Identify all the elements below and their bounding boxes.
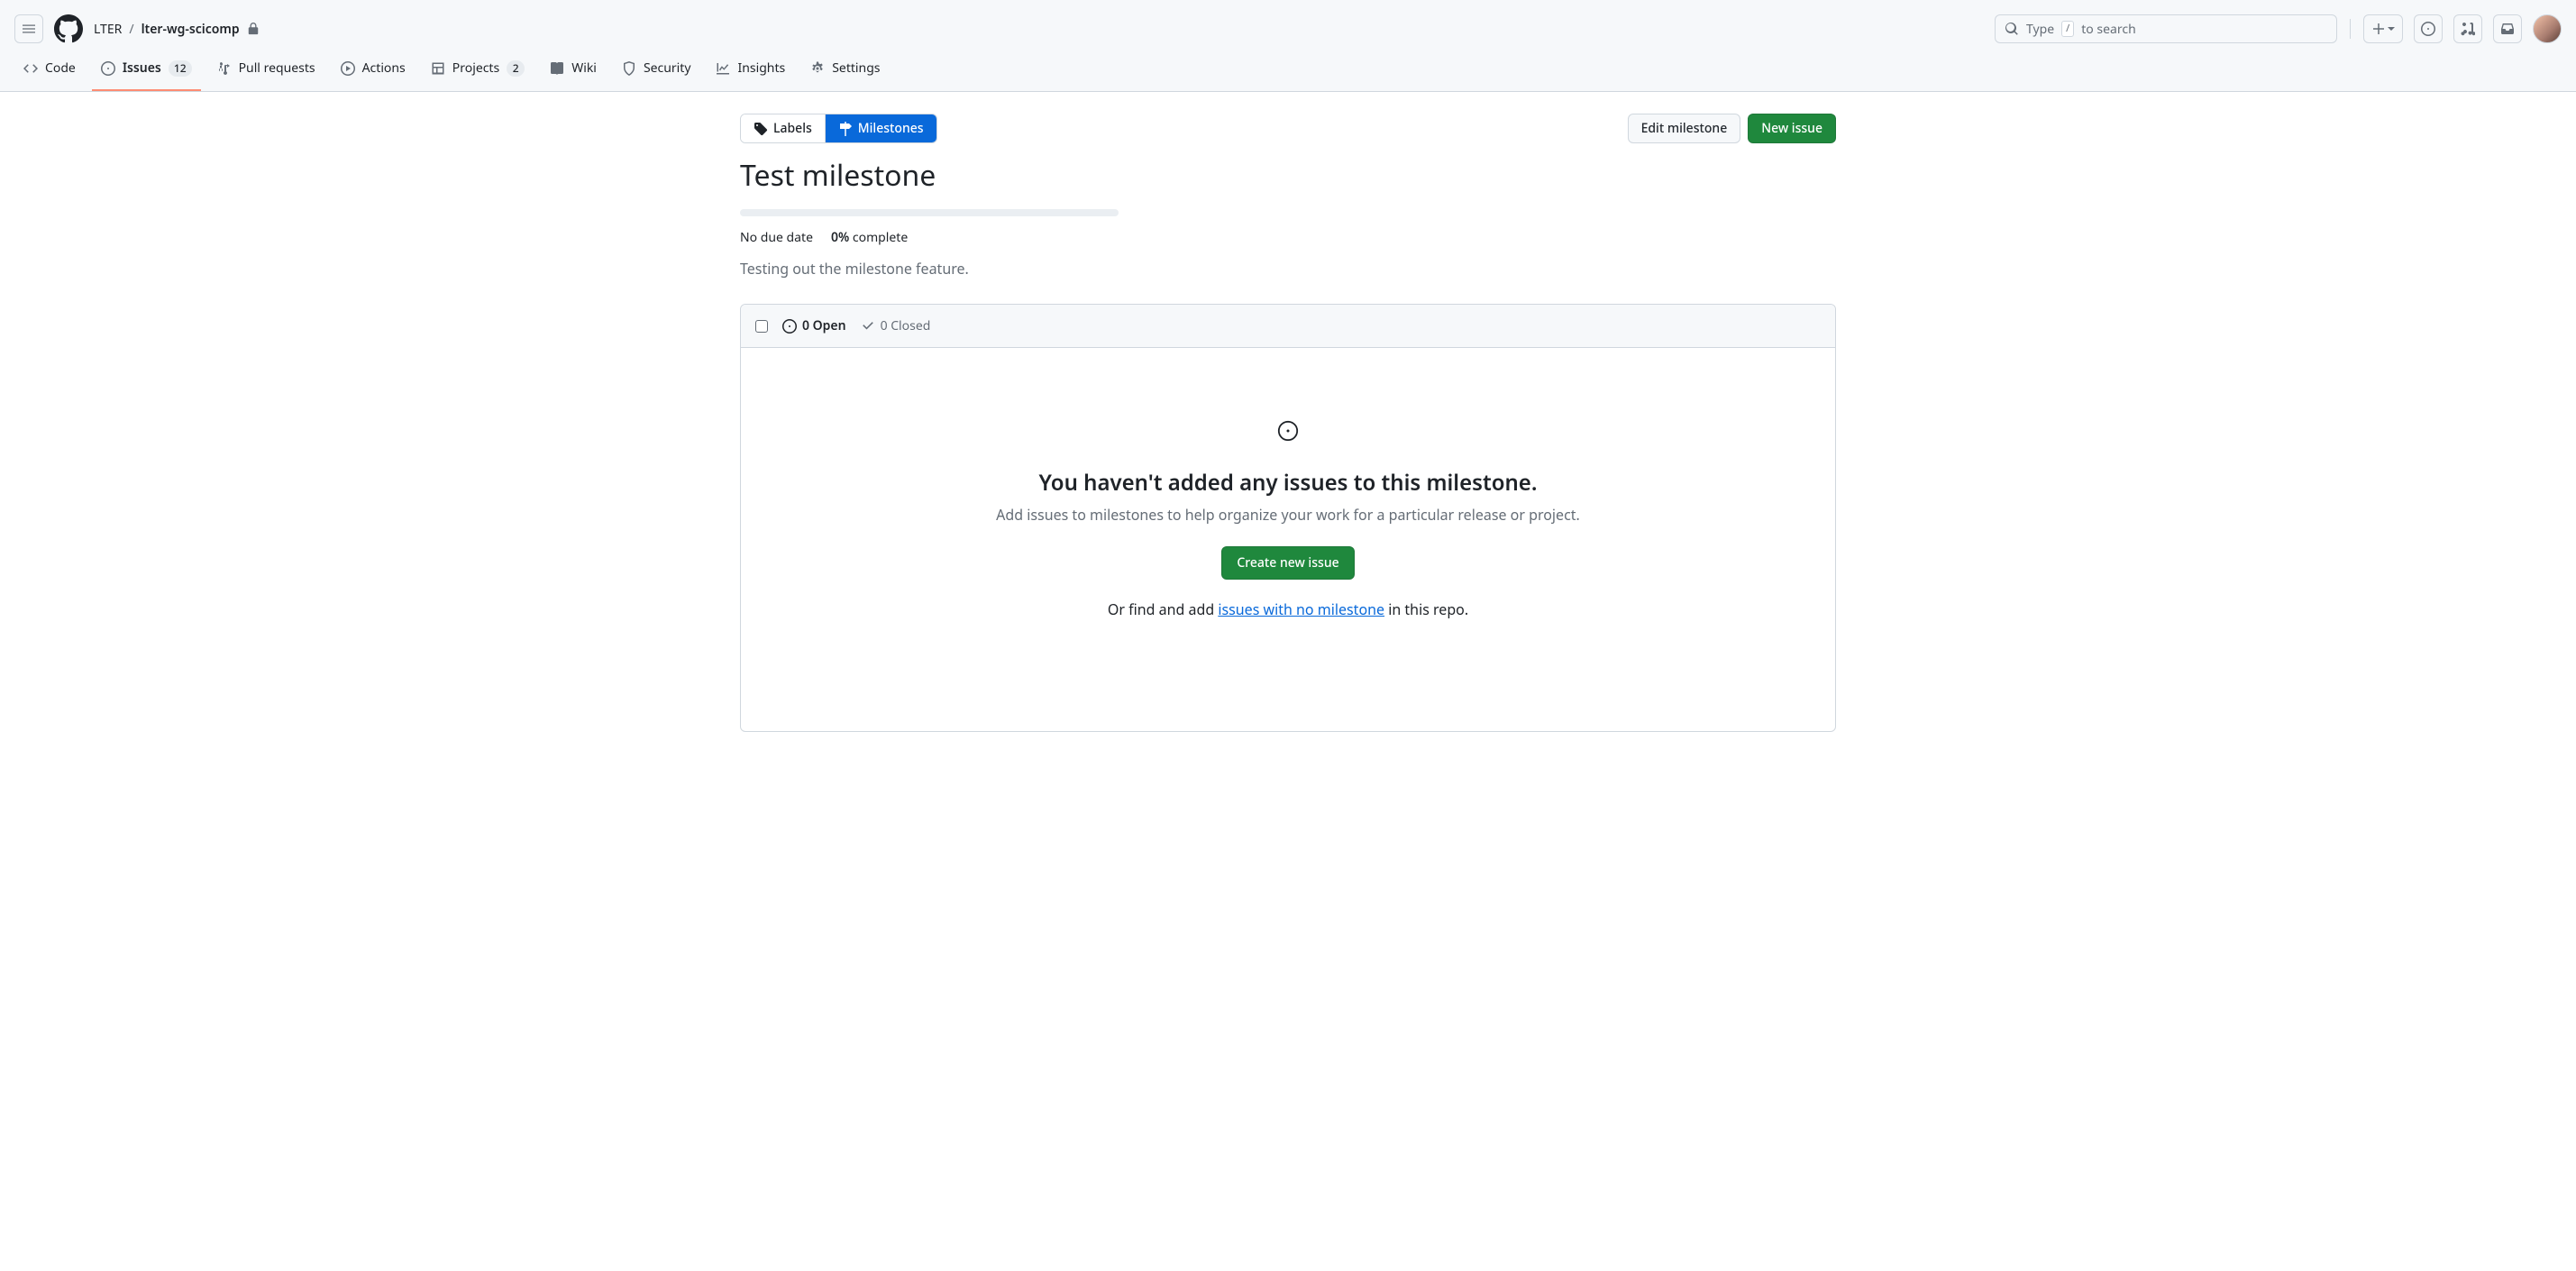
milestone-actions: Edit milestone New issue (1628, 114, 1836, 143)
search-hotkey: / (2061, 21, 2074, 37)
issues-shortcut-button[interactable] (2414, 14, 2443, 43)
issue-opened-icon (101, 61, 115, 76)
search-input[interactable]: Type / to search (1995, 14, 2337, 43)
shield-icon (622, 61, 636, 76)
notifications-button[interactable] (2493, 14, 2522, 43)
create-new-issue-button[interactable]: Create new issue (1221, 546, 1354, 580)
milestone-due-date: No due date (740, 229, 813, 246)
blankslate-trailing-before: Or find and add (1108, 599, 1218, 619)
hamburger-icon (22, 22, 36, 36)
milestone-progress-bar (740, 209, 1119, 216)
pull-requests-shortcut-button[interactable] (2453, 14, 2482, 43)
milestone-meta: No due date 0% complete (740, 229, 1836, 246)
inbox-icon (2500, 22, 2515, 36)
play-icon (341, 61, 355, 76)
filter-open[interactable]: 0 Open (782, 317, 846, 334)
issue-opened-icon (2421, 22, 2435, 36)
edit-milestone-button[interactable]: Edit milestone (1628, 114, 1741, 143)
gear-icon (810, 61, 825, 76)
milestone-title: Test milestone (740, 156, 1836, 195)
app-header: LTER / lter-wg-scicomp Type / to search (0, 0, 2576, 50)
tab-settings[interactable]: Settings (801, 50, 889, 91)
milestone-icon (838, 122, 853, 136)
github-mark-icon (54, 14, 83, 43)
main-content: Labels Milestones Edit milestone New iss… (711, 92, 1865, 768)
tab-code[interactable]: Code (14, 50, 85, 91)
tab-actions[interactable]: Actions (332, 50, 415, 91)
tab-pull-requests[interactable]: Pull requests (208, 50, 324, 91)
tab-wiki-label: Wiki (571, 59, 597, 77)
search-placeholder-suffix: to search (2081, 21, 2136, 38)
blankslate-heading: You haven't added any issues to this mil… (777, 468, 1799, 498)
tab-insights-label: Insights (737, 59, 785, 77)
tab-settings-label: Settings (832, 59, 880, 77)
issues-box: 0 Open 0 Closed You haven't added any is… (740, 304, 1836, 732)
tab-security-label: Security (644, 59, 691, 77)
select-all-checkbox[interactable] (755, 320, 768, 333)
blankslate-subtext: Add issues to milestones to help organiz… (777, 505, 1799, 525)
repo-nav: Code Issues 12 Pull requests Actions Pro… (0, 50, 2576, 92)
pill-milestones[interactable]: Milestones (825, 114, 936, 142)
pill-milestones-label: Milestones (858, 120, 924, 137)
subnav-row: Labels Milestones Edit milestone New iss… (740, 114, 1836, 143)
tab-security[interactable]: Security (613, 50, 700, 91)
milestone-percent-complete: 0% complete (831, 229, 908, 246)
pill-labels-label: Labels (773, 120, 812, 137)
breadcrumb-separator: / (129, 21, 133, 38)
avatar[interactable] (2533, 14, 2562, 43)
tab-projects[interactable]: Projects 2 (422, 50, 534, 91)
labels-milestones-switch: Labels Milestones (740, 114, 937, 143)
blankslate-trailing-after: in this repo. (1384, 599, 1468, 619)
filter-closed-label: 0 Closed (881, 317, 931, 334)
breadcrumb-repo[interactable]: lter-wg-scicomp (142, 21, 240, 38)
divider (2350, 19, 2351, 39)
milestone-percent-value: 0% (831, 229, 849, 246)
code-icon (23, 61, 38, 76)
caret-down-icon (2388, 25, 2395, 32)
filter-open-label: 0 Open (802, 317, 846, 334)
github-logo[interactable] (54, 14, 83, 43)
tab-issues-label: Issues (123, 59, 161, 77)
new-issue-button[interactable]: New issue (1748, 114, 1836, 143)
blankslate-trailing: Or find and add issues with no milestone… (777, 599, 1799, 619)
global-nav-menu-button[interactable] (14, 14, 43, 43)
tab-actions-label: Actions (362, 59, 406, 77)
breadcrumb-owner[interactable]: LTER (94, 21, 122, 38)
milestone-complete-label: complete (853, 229, 908, 246)
tab-issues[interactable]: Issues 12 (92, 50, 201, 91)
breadcrumb: LTER / lter-wg-scicomp (94, 21, 260, 38)
git-pull-request-icon (217, 61, 232, 76)
tab-code-label: Code (45, 59, 76, 77)
create-new-menu[interactable] (2363, 14, 2403, 43)
issues-with-no-milestone-link[interactable]: issues with no milestone (1218, 599, 1384, 619)
book-icon (550, 61, 564, 76)
check-icon (861, 319, 875, 334)
graph-icon (716, 61, 730, 76)
search-placeholder-prefix: Type (2026, 21, 2054, 38)
git-pull-request-icon (2461, 22, 2475, 36)
tab-wiki[interactable]: Wiki (541, 50, 606, 91)
table-icon (431, 61, 445, 76)
tab-projects-label: Projects (452, 59, 499, 77)
tag-icon (754, 122, 768, 136)
tab-projects-count: 2 (507, 60, 525, 77)
plus-icon (2371, 22, 2386, 36)
milestone-description: Testing out the milestone feature. (740, 259, 1836, 279)
lock-icon (247, 23, 260, 35)
filter-closed[interactable]: 0 Closed (861, 317, 931, 334)
blankslate: You haven't added any issues to this mil… (741, 348, 1835, 731)
issue-opened-icon (782, 319, 797, 334)
tab-insights[interactable]: Insights (707, 50, 794, 91)
tab-pull-requests-label: Pull requests (239, 59, 315, 77)
issue-opened-icon (1277, 420, 1299, 446)
tab-issues-count: 12 (169, 60, 192, 77)
pill-labels[interactable]: Labels (741, 114, 825, 142)
search-icon (2005, 22, 2019, 36)
issues-box-header: 0 Open 0 Closed (741, 305, 1835, 348)
